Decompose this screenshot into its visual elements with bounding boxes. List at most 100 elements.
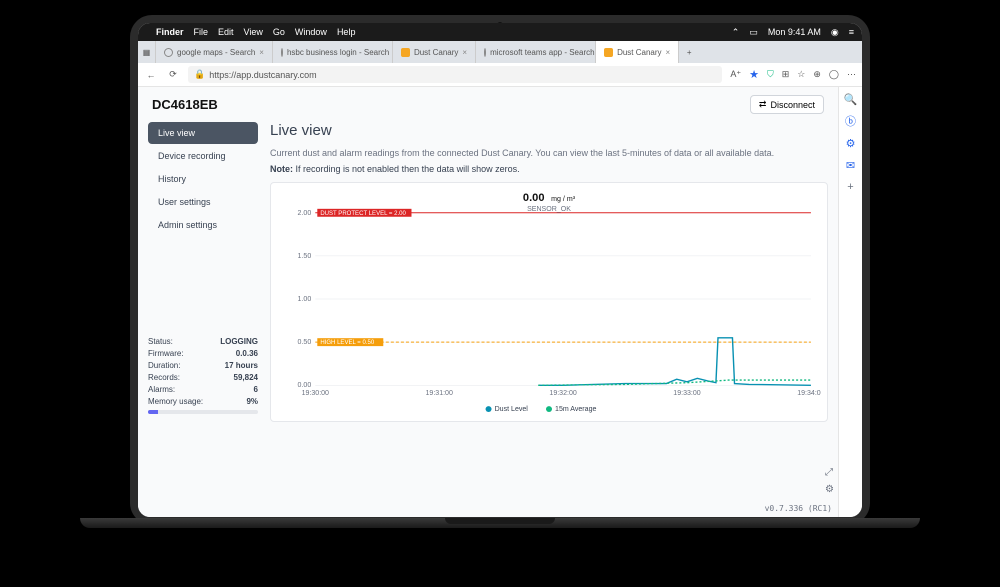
stat-label: Firmware: (148, 348, 184, 360)
mac-menubar: Finder File Edit View Go Window Help ⌃ ▭… (138, 23, 862, 41)
reading-mode-icon[interactable]: A⁺ (730, 69, 741, 80)
extensions-icon[interactable]: ⊞ (782, 69, 790, 80)
menu-icon[interactable]: ⋯ (847, 69, 856, 80)
stat-value: 17 hours (225, 360, 258, 372)
settings-icon[interactable]: ⚙ (825, 484, 834, 495)
svg-text:HIGH LEVEL = 0.50: HIGH LEVEL = 0.50 (320, 340, 375, 346)
close-icon[interactable]: × (259, 48, 264, 57)
panel-description: Current dust and alarm readings from the… (270, 147, 828, 161)
stat-label: Duration: (148, 360, 180, 372)
tab-3[interactable]: Dust Canary × (393, 41, 476, 63)
dustcanary-icon (604, 48, 613, 57)
mac-menu-file[interactable]: File (194, 27, 209, 37)
expand-icon[interactable]: ⤢ (825, 467, 834, 478)
nav-live-view[interactable]: Live view (148, 122, 258, 144)
nav-label: History (158, 174, 186, 184)
nav-label: Live view (158, 128, 195, 138)
nav-device-recording[interactable]: Device recording (148, 145, 258, 167)
favorite-icon[interactable]: ★ (749, 68, 759, 81)
browser-tab-strip: ▦ google maps - Search × hsbc business lo… (138, 41, 862, 63)
tab-2[interactable]: hsbc business login - Search× (273, 41, 393, 63)
stat-label: Alarms: (148, 384, 175, 396)
panel-note: Note: If recording is not enabled then t… (270, 164, 828, 174)
stat-value: 59,824 (234, 372, 258, 384)
mac-menu-help[interactable]: Help (337, 27, 356, 37)
control-center-icon[interactable]: ◉ (831, 27, 839, 38)
device-id: DC4618EB (152, 97, 218, 112)
close-icon[interactable]: × (666, 48, 671, 57)
live-chart: 0.00 0.50 1.00 1.50 2.00 19:30:00 19:31:00 19:3… (270, 182, 828, 422)
app-content: DC4618EB ⇄ Disconnect Live view Device r… (138, 87, 838, 517)
nav-admin-settings[interactable]: Admin settings (148, 214, 258, 236)
nav-label: User settings (158, 197, 211, 207)
back-button[interactable]: ← (144, 70, 158, 80)
siri-icon[interactable]: ≡ (849, 27, 854, 37)
new-tab-button[interactable]: + (679, 41, 699, 63)
svg-text:15m Average: 15m Average (555, 406, 596, 413)
svg-text:19:30:00: 19:30:00 (302, 390, 330, 397)
tab-4[interactable]: microsoft teams app - Search× (476, 41, 596, 63)
tab-label: google maps - Search (177, 48, 255, 57)
tab-5[interactable]: Dust Canary × (596, 41, 679, 63)
url-text: https://app.dustcanary.com (209, 70, 316, 80)
svg-text:1.00: 1.00 (298, 296, 312, 303)
battery-icon[interactable]: ▭ (749, 27, 758, 38)
mac-menu-view[interactable]: View (244, 27, 263, 37)
edge-sidebar: 🔍 ⓑ ⚙ ✉ + (838, 87, 862, 517)
stat-value: 6 (254, 384, 258, 396)
mac-menu-window[interactable]: Window (295, 27, 327, 37)
svg-text:DUST PROTECT LEVEL = 2.00: DUST PROTECT LEVEL = 2.00 (320, 210, 406, 216)
tab-label: Dust Canary (414, 48, 458, 57)
svg-text:2.00: 2.00 (298, 209, 312, 216)
stat-label: Status: (148, 336, 173, 348)
tab-actions-icon[interactable]: ▦ (138, 41, 156, 63)
address-bar[interactable]: 🔒 https://app.dustcanary.com (188, 66, 722, 83)
stat-value: 0.0.36 (236, 348, 258, 360)
clock: Mon 9:41 AM (768, 27, 821, 37)
search-icon (281, 48, 283, 57)
version-label: v0.7.336 (RC1) (765, 504, 832, 513)
mac-menu-edit[interactable]: Edit (218, 27, 234, 37)
search-icon (164, 48, 173, 57)
disconnect-button[interactable]: ⇄ Disconnect (750, 95, 824, 114)
svg-text:Dust Level: Dust Level (495, 406, 529, 413)
main-panel: Live view Current dust and alarm reading… (270, 122, 828, 422)
tab-label: Dust Canary (617, 48, 661, 57)
add-icon[interactable]: + (845, 181, 857, 193)
tab-1[interactable]: google maps - Search × (156, 41, 273, 63)
mac-app-name[interactable]: Finder (156, 27, 184, 37)
nav-label: Device recording (158, 151, 226, 161)
panel-title: Live view (270, 122, 828, 139)
disconnect-label: Disconnect (770, 100, 815, 110)
stat-value: 9% (246, 396, 258, 408)
svg-text:19:34:00: 19:34:00 (797, 390, 821, 397)
svg-text:0.00 mg / m³: 0.00 mg / m³ (523, 190, 576, 203)
favorites-bar-icon[interactable]: ☆ (797, 69, 805, 80)
profile-icon[interactable]: ◯ (829, 69, 839, 80)
refresh-button[interactable]: ⟳ (166, 69, 180, 80)
svg-text:1.50: 1.50 (298, 252, 312, 259)
svg-text:0.50: 0.50 (298, 339, 312, 346)
wifi-icon[interactable]: ⌃ (732, 27, 740, 38)
disconnect-icon: ⇄ (759, 99, 767, 110)
search-icon (484, 48, 486, 57)
nav-label: Admin settings (158, 220, 217, 230)
bing-icon[interactable]: ⓑ (845, 115, 857, 127)
svg-text:19:33:00: 19:33:00 (673, 390, 701, 397)
lock-icon: 🔒 (194, 69, 205, 80)
shield-icon[interactable]: ⛉ (767, 69, 774, 80)
svg-text:0.00: 0.00 (298, 382, 312, 389)
nav-history[interactable]: History (148, 168, 258, 190)
mac-menu-go[interactable]: Go (273, 27, 285, 37)
search-icon[interactable]: 🔍 (845, 93, 857, 105)
tools-icon[interactable]: ⚙ (845, 137, 857, 149)
collections-icon[interactable]: ⊕ (813, 69, 821, 80)
memory-bar (148, 410, 258, 414)
stat-label: Memory usage: (148, 396, 203, 408)
nav-user-settings[interactable]: User settings (148, 191, 258, 213)
close-icon[interactable]: × (462, 48, 467, 57)
tab-label: microsoft teams app - Search (490, 48, 594, 57)
stat-value: LOGGING (220, 336, 258, 348)
outlook-icon[interactable]: ✉ (845, 159, 857, 171)
svg-text:19:31:00: 19:31:00 (425, 390, 453, 397)
